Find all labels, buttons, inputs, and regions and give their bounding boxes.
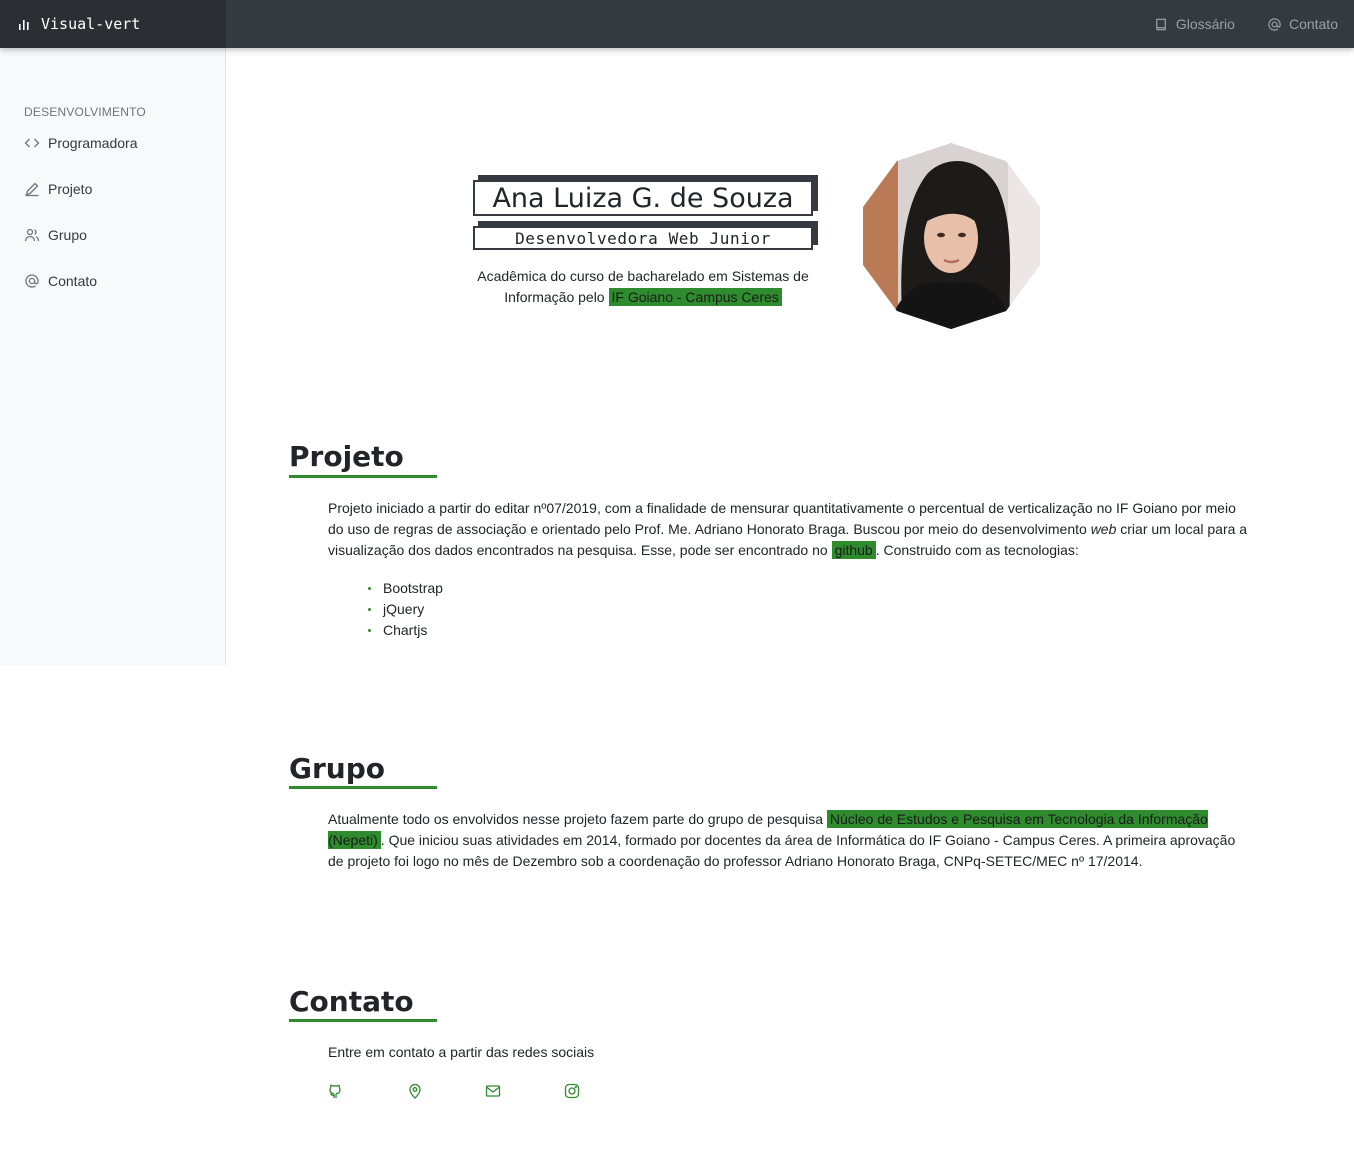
nav-glossario-label: Glossário [1175, 16, 1235, 32]
at-icon [25, 274, 39, 288]
sidebar-item-programadora[interactable]: Programadora [24, 135, 138, 151]
nav-glossario-link[interactable]: Glossário [1154, 16, 1235, 32]
bar-chart-icon [19, 20, 29, 30]
hero-role: Desenvolvedora Web Junior [473, 226, 813, 250]
sidebar: DESENVOLVIMENTO Programadora Projeto Gru… [0, 48, 226, 665]
profile-photo [863, 143, 1040, 329]
sidebar-heading: DESENVOLVIMENTO [24, 105, 146, 119]
sidebar-item-contato[interactable]: Contato [24, 273, 97, 289]
title-underline [289, 475, 437, 478]
code-icon [24, 138, 40, 148]
top-navbar: Visual-vert Glossário Contato [0, 0, 1354, 48]
projeto-paragraph: Projeto iniciado a partir do editar nº07… [328, 498, 1248, 561]
sidebar-item-projeto[interactable]: Projeto [24, 181, 92, 197]
list-item: Chartjs [368, 620, 443, 641]
email-link[interactable] [484, 1082, 502, 1100]
at-icon [1268, 17, 1281, 31]
brand-name: Visual-vert [41, 15, 141, 33]
list-item: Bootstrap [368, 578, 443, 599]
mail-icon [485, 1085, 501, 1097]
sidebar-item-label: Contato [48, 273, 98, 289]
section-title-grupo: Grupo [289, 752, 386, 785]
brand[interactable]: Visual-vert [0, 0, 226, 48]
technology-list: Bootstrap jQuery Chartjs [368, 578, 443, 641]
contato-text: Entre em contato a partir das redes soci… [328, 1044, 595, 1060]
pencil-icon [25, 182, 39, 197]
sidebar-item-label: Grupo [48, 227, 87, 243]
grupo-text: . Que iniciou suas atividades em 2014, f… [328, 832, 1236, 869]
github-icon [329, 1084, 341, 1099]
title-underline [289, 1019, 437, 1022]
users-icon [24, 228, 40, 242]
list-item: jQuery [368, 599, 443, 620]
book-icon [1156, 18, 1166, 30]
nav-contato-label: Contato [1288, 16, 1338, 32]
top-nav: Glossário Contato [1122, 0, 1338, 48]
grupo-paragraph: Atualmente todo os envolvidos nesse proj… [328, 809, 1248, 872]
github-link[interactable] [327, 1082, 345, 1100]
title-underline [289, 786, 437, 789]
sidebar-item-label: Programadora [48, 135, 138, 151]
github-link[interactable]: github [831, 541, 876, 559]
map-pin-icon [409, 1083, 421, 1099]
hero-intro: Acadêmica do curso de bacharelado em Sis… [468, 266, 818, 308]
sidebar-item-label: Projeto [48, 181, 93, 197]
instagram-icon [564, 1083, 580, 1099]
projeto-emphasis: web [1090, 521, 1117, 537]
instagram-link[interactable] [563, 1082, 581, 1100]
section-title-projeto: Projeto [289, 440, 404, 473]
grupo-text: Atualmente todo os envolvidos nesse proj… [328, 811, 823, 827]
hero-name: Ana Luiza G. de Souza [473, 180, 813, 216]
sidebar-item-grupo[interactable]: Grupo [24, 227, 87, 243]
location-link[interactable] [406, 1082, 424, 1100]
projeto-text: . Construido com as tecnologias: [875, 542, 1079, 558]
if-goiano-link[interactable]: IF Goiano - Campus Ceres [608, 288, 782, 306]
section-title-contato: Contato [289, 985, 414, 1018]
nav-contato-link[interactable]: Contato [1267, 16, 1338, 32]
